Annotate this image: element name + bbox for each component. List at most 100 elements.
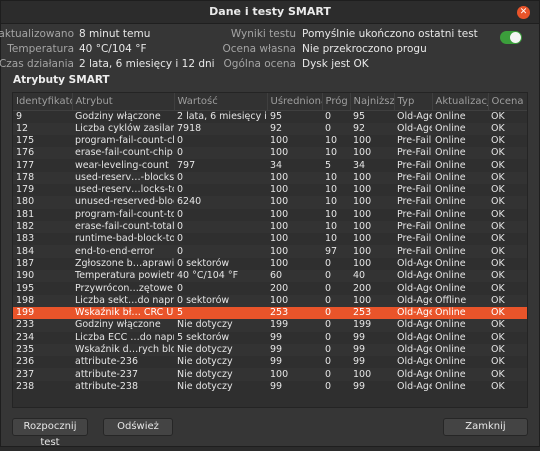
column-header[interactable]: Ocena [488, 93, 527, 111]
table-row[interactable]: 198Liczba sekt…do naprawy0 sektorów10001… [13, 294, 527, 307]
table-cell: Online [432, 319, 488, 332]
self-assessment-label: Ocena własna [222, 43, 297, 55]
table-cell: 183 [16, 233, 35, 245]
table-cell: 100 [270, 134, 289, 146]
table-cell: 100 [350, 294, 394, 307]
table-cell: 0 [325, 282, 332, 294]
table-cell: 200 [353, 282, 372, 294]
table-cell: 0 [322, 306, 350, 320]
table-row[interactable]: 180unused-reserved-blocks624010010100Pre… [13, 196, 527, 209]
table-cell: OK [491, 134, 505, 146]
table-row[interactable]: 190 Temperatura powietrza 40 °C/104 °F 60 0 4… [13, 270, 527, 283]
table-cell: 34 [270, 159, 283, 171]
start-test-button[interactable]: Rozpocznij test [12, 418, 88, 448]
table-cell: 10 [325, 208, 338, 220]
table-cell: 100 [350, 147, 394, 160]
table-row[interactable]: 236 attribute-236 Nie dotyczy 99 0 99 Old-Age O… [13, 356, 527, 368]
table-row[interactable]: 195Przywrócon…zętowe ECC02000200Old-AgeO… [13, 282, 527, 294]
table-cell: Pre-Fail [394, 147, 432, 160]
table-cell: 0 [174, 245, 267, 258]
column-header[interactable]: Najniższa [350, 93, 395, 111]
table-cell: 198 [13, 294, 72, 307]
column-header[interactable]: Aktualizacje [432, 93, 489, 111]
smart-enabled-toggle[interactable] [500, 31, 522, 44]
table-cell: Old-Age [394, 270, 432, 283]
column-header[interactable]: Uśredniona [267, 93, 323, 111]
column-header[interactable]: Atrybut [72, 93, 175, 111]
table-row[interactable]: 238 attribute-238 Nie dotyczy 99 0 99 Old-Age O… [13, 381, 527, 393]
table-cell: Pre-Fail [397, 134, 432, 146]
table-cell: attribute-238 [75, 380, 138, 392]
table-cell: OK [488, 122, 527, 135]
table-cell: Nie dotyczy [174, 343, 267, 357]
table-cell: 100 [270, 233, 289, 245]
table-cell: Nie dotyczy [177, 356, 233, 368]
table-cell: Online [435, 208, 466, 220]
table-row[interactable]: 233 Godziny włączone Nie dotyczy 199 0 199 Old… [13, 319, 527, 332]
table-cell: Pre-Fail [394, 245, 432, 258]
table-cell: 0 [174, 171, 267, 184]
table-cell: Online [432, 306, 488, 320]
table-cell: Online [432, 147, 488, 160]
table-row[interactable]: 237 attribute-237 Nie dotyczy 100 0 100 Old-Ag… [13, 368, 527, 381]
table-cell: Online [432, 196, 488, 209]
table-cell: 199 [350, 319, 394, 332]
titlebar: Dane i testy SMART ✕ [1, 1, 539, 24]
table-cell: 0 [177, 233, 184, 245]
table-cell: 253 [350, 306, 394, 320]
table-cell: end-to-end-error [72, 245, 174, 258]
table-row[interactable]: 175 program-fail-count-chip0 100 10 100 Pre-F… [13, 135, 527, 147]
table-row[interactable]: 177 wear-leveling-count 797 34 5 34 Pre-Fail On… [13, 159, 527, 171]
table-row[interactable]: 184 end-to-end-error 0 100 97 100 Pre-Fail Onli… [13, 245, 527, 258]
table-row[interactable]: 199Wskaźnik bł… CRC UDMA52530253Old-AgeO… [13, 306, 527, 320]
table-cell: 40 °C/104 °F [174, 270, 267, 283]
table-cell: 10 [325, 184, 338, 196]
table-cell: Online [435, 380, 466, 392]
table-cell: 10 [325, 233, 338, 245]
table-cell: Nie dotyczy [177, 380, 233, 392]
table-row[interactable]: 234 Liczba ECC …do naprawy5 sektorów 99 0 99… [13, 332, 527, 344]
table-row[interactable]: 181 program-fail-count-total0 100 10 100 Pre-… [13, 209, 527, 221]
table-cell: Online [435, 159, 466, 171]
table-cell: 99 [267, 343, 322, 357]
table-cell: 0 [177, 134, 184, 146]
overall-assessment-label: Ogólna ocena [223, 58, 296, 70]
table-cell: 100 [353, 233, 372, 245]
table-cell: 184 [13, 245, 72, 258]
table-cell: Old-Age [397, 257, 432, 269]
table-cell: Online [432, 368, 488, 381]
table-cell: 5 sektorów [177, 331, 230, 343]
table-cell: OK [491, 380, 505, 392]
smart-attributes-table[interactable]: IdentyfikatorAtrybutWartośćUśrednionaPró… [12, 92, 528, 408]
table-cell: Wskaźnik bł… CRC UDMA [72, 306, 174, 320]
table-row[interactable]: 178used-reserv…-blocks-chip010010100Pre-… [13, 171, 527, 184]
table-cell: 99 [270, 331, 283, 343]
table-cell: Liczba cyklów zasilania [72, 122, 174, 135]
table-cell: 100 [353, 208, 372, 220]
column-header[interactable]: Wartość [174, 93, 268, 111]
table-row[interactable]: 176 erase-fail-count-chip 0 100 10 100 Pre-Fai… [13, 147, 527, 160]
table-cell: 0 [177, 282, 184, 294]
table-cell: 179 [16, 184, 35, 196]
table-cell: 182 [13, 220, 72, 234]
column-header[interactable]: Typ [394, 93, 433, 111]
table-row[interactable]: 187 Zgłoszone b…aprawienia0 sektorów 100 0 1… [13, 258, 527, 270]
table-row[interactable]: 9 Godziny włączone 2 lata, 6 miesięcy i 12… [13, 110, 527, 123]
table-cell: 100 [267, 368, 322, 381]
table-row[interactable]: 235Wskaźnik d…rych blokówNie dotyczy9909… [13, 343, 527, 357]
column-header[interactable]: Identyfikator [13, 93, 73, 111]
refresh-button[interactable]: Odśwież [103, 418, 173, 436]
table-cell: 10 [322, 171, 350, 184]
table-cell: 95 [353, 110, 366, 122]
close-icon[interactable]: ✕ [517, 6, 530, 19]
table-row[interactable]: 179 used-reserv…locks-total0 100 10 100 Pre-F… [13, 184, 527, 196]
table-cell: Godziny włączone [75, 110, 161, 122]
close-button[interactable]: Zamknij [443, 418, 528, 436]
column-header[interactable]: Próg [322, 93, 351, 111]
table-row[interactable]: 12 Liczba cyklów zasilania 7918 92 0 92 Old-Ag… [13, 122, 527, 135]
table-cell: 34 [353, 159, 366, 171]
table-cell: 2 lata, 6 miesięcy i 12 dni [177, 110, 267, 122]
table-row[interactable]: 183 runtime-bad-block-total0 100 10 100 Pre-F… [13, 233, 527, 245]
table-row[interactable]: 182 erase-fail-count-total 0 100 10 100 Pre-Fa… [13, 220, 527, 234]
table-cell: 200 [270, 282, 289, 294]
